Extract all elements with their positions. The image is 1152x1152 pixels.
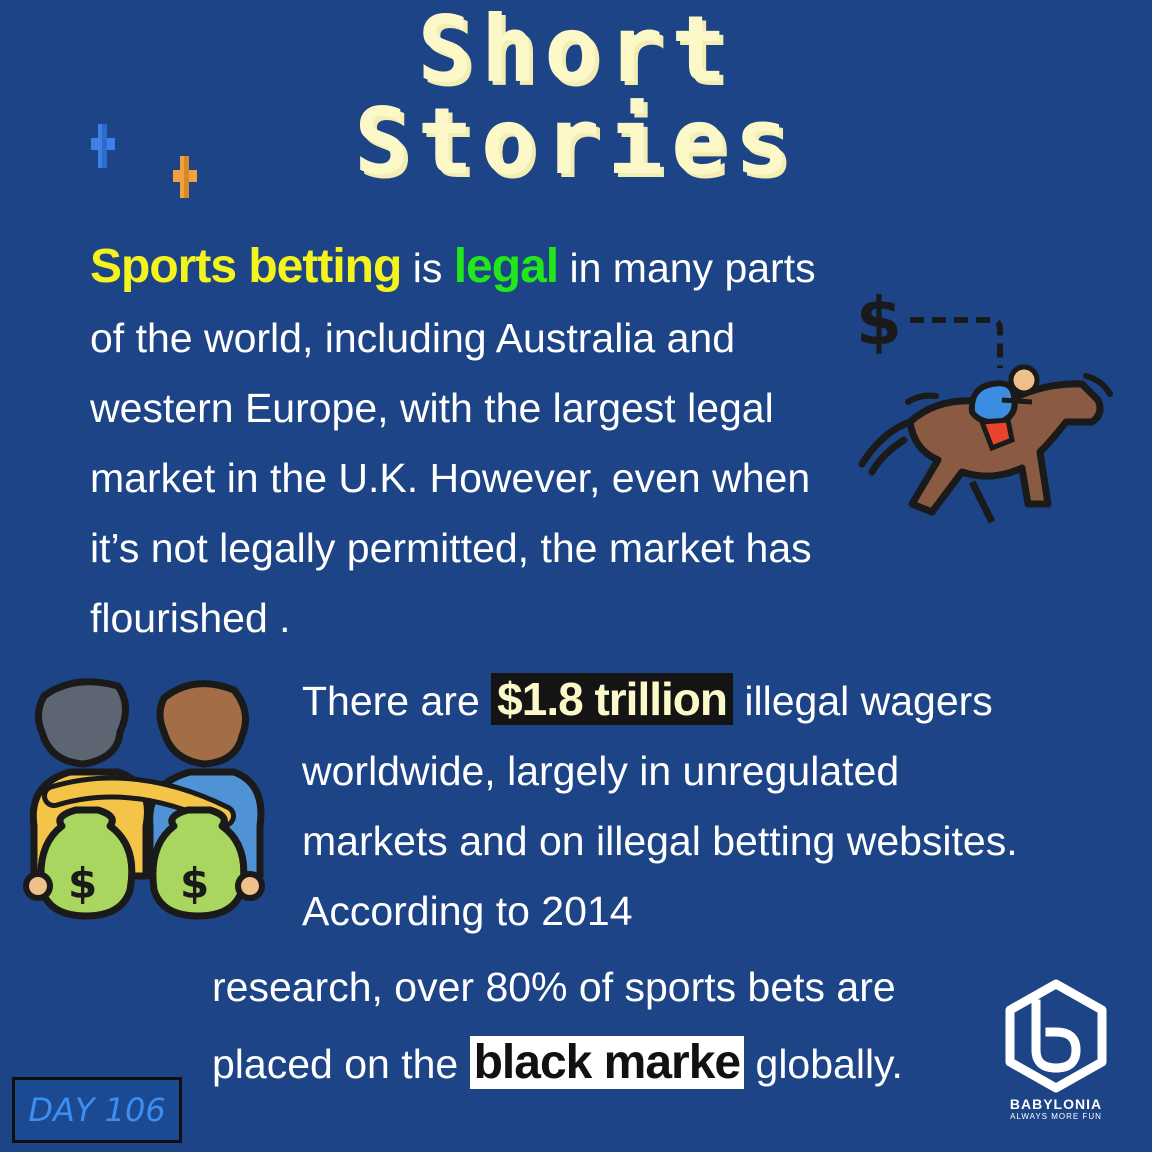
horse-racing-icon: $: [856, 283, 1113, 524]
research-paragraph: research, over 80% of sports bets are pl…: [212, 952, 972, 1099]
svg-text:$: $: [180, 859, 209, 908]
highlight-trillion: $1.8 trillion: [491, 673, 734, 725]
money-bags-icon: $ $: [23, 678, 265, 920]
paragraph-text: globally.: [744, 1041, 903, 1087]
paragraph-text: is: [401, 245, 454, 291]
paragraph-line: placed on the black marke globally.: [212, 1028, 972, 1099]
intro-paragraph: Sports betting is legal in many parts of…: [90, 232, 830, 653]
highlight-black-market: black marke: [469, 1036, 745, 1089]
paragraph-text: placed on the: [212, 1041, 470, 1087]
highlight-legal: legal: [453, 240, 559, 293]
paragraph-text: There are: [302, 678, 492, 724]
logo-tagline: ALWAYS MORE FUN: [1010, 1112, 1102, 1121]
svg-text:$: $: [856, 283, 902, 360]
paragraph-text: in many parts of the world, including Au…: [90, 245, 816, 641]
paragraph-text: research, over 80% of sports bets are: [212, 964, 896, 1010]
title-line-1: Short: [417, 0, 735, 103]
wagers-paragraph: There are $1.8 trillion illegal wagers w…: [302, 664, 1042, 946]
highlight-sports-betting: Sports betting: [90, 240, 402, 293]
sparkle-icon: [91, 124, 115, 168]
sparkle-icon: [173, 156, 197, 198]
day-badge: DAY 106: [12, 1077, 182, 1143]
svg-text:$: $: [68, 859, 97, 908]
logo-name: BABYLONIA: [1009, 1096, 1103, 1112]
